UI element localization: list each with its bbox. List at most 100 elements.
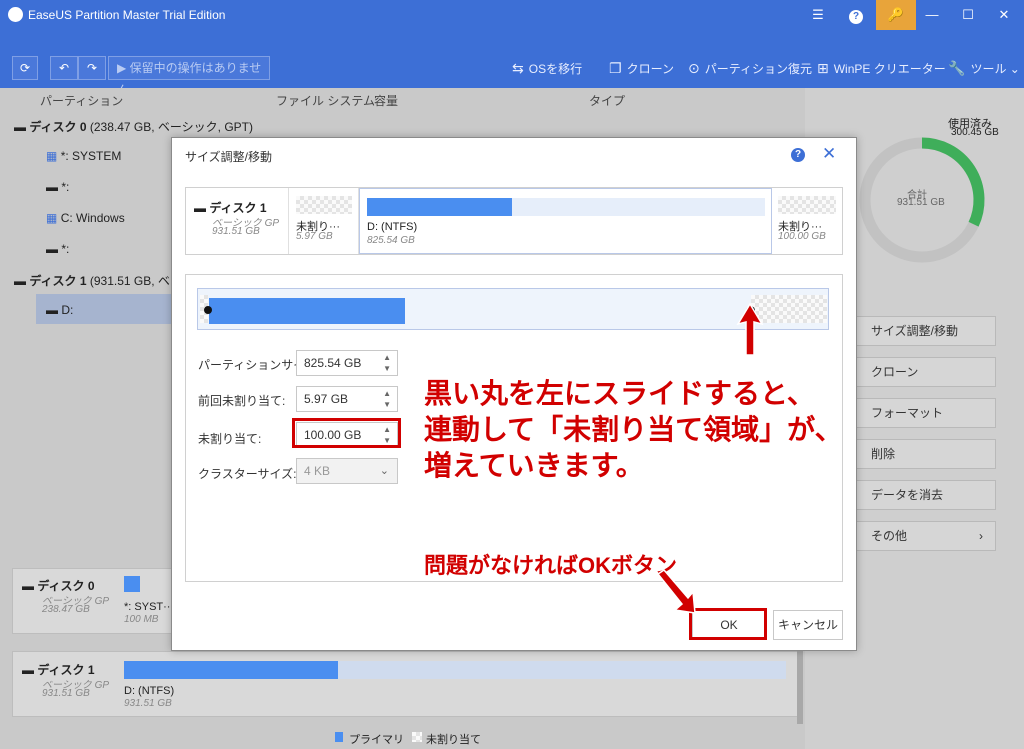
- tree-partition-system[interactable]: ▦ *: SYSTEM: [46, 149, 121, 163]
- highlight-ok-button: [689, 608, 767, 640]
- toolbar: ⟳ ↶ ↷ ▶ 保留中の操作はありません: [0, 30, 1024, 97]
- cluster-size-select[interactable]: 4 KB ⌄: [296, 458, 398, 484]
- disk-icon: ▬: [14, 120, 26, 134]
- disk0-part-size: 100 MB: [124, 614, 159, 625]
- strip-unalloc-left[interactable]: 未割り··· 5.97 GB: [289, 188, 359, 254]
- windows-drive-icon: ▦: [46, 211, 58, 225]
- legend-primary: プライマリ: [349, 734, 404, 746]
- before-unalloc-label: 前回未割り当て:: [198, 394, 286, 408]
- tree-partition-c[interactable]: ▦ C: Windows: [46, 211, 125, 225]
- disk-overview-strip: ▬ ディスク 1 ベーシック GP 931.51 GB 未割り··· 5.97 …: [185, 187, 843, 255]
- disk1-bar-used: [124, 661, 338, 679]
- arrow-down-right-icon: [656, 569, 696, 614]
- recovery-icon: ⊙: [688, 60, 700, 76]
- tree-disk1[interactable]: ▬ ディスク 1 (931.51 GB, ベ: [14, 272, 170, 289]
- wrench-icon: 🔧: [948, 60, 966, 76]
- annotation-line-3: 増えていきます。: [424, 450, 644, 481]
- highlight-unalloc-field: [292, 418, 401, 448]
- tree-disk0[interactable]: ▬ ディスク 0 (238.47 GB, ベーシック, GPT): [14, 118, 253, 135]
- drive-icon: ▬: [46, 242, 58, 256]
- arrow-up-icon: [736, 302, 764, 356]
- disk0-part-label: *: SYST···: [124, 601, 175, 613]
- clone-icon: ❐: [609, 60, 622, 76]
- tree-partition-d[interactable]: ▬ D:: [46, 303, 73, 317]
- disk-icon: ▬: [22, 579, 34, 593]
- spinner-icon[interactable]: ▲ ▼: [383, 352, 391, 374]
- disk0-system-bar[interactable]: [124, 576, 140, 592]
- action-wipe-data[interactable]: データを消去: [848, 480, 996, 510]
- key-icon[interactable]: 🔑: [876, 0, 916, 30]
- total-value: 931.51 GB: [897, 197, 945, 208]
- drive-icon: ▬: [46, 303, 58, 317]
- annotation-slide-text: 黒い丸を左にスライドすると、 連動して「未割り当て領域」が、 増えていきます。: [424, 376, 843, 484]
- strip-part-size: 825.54 GB: [367, 235, 415, 246]
- legend-primary-swatch: [335, 732, 343, 742]
- minimize-button[interactable]: —: [912, 0, 952, 30]
- disk1-part-size: 931.51 GB: [124, 698, 172, 709]
- chevron-down-icon: ⌄: [379, 465, 389, 477]
- app-logo-icon: [8, 7, 23, 22]
- column-capacity[interactable]: 容量: [374, 92, 398, 109]
- tree-partition-star2[interactable]: ▬ *:: [46, 242, 69, 256]
- partition-icon: ▦: [46, 149, 58, 163]
- tree-partition-star1[interactable]: ▬ *:: [46, 180, 69, 194]
- chevron-right-icon: ›: [979, 529, 983, 543]
- apply-pending-button[interactable]: ▶ 保留中の操作はありません: [108, 56, 270, 97]
- legend-unalloc: 未割り当て: [426, 734, 481, 746]
- slider-left-handle[interactable]: [204, 306, 212, 314]
- title-bar: EaseUS Partition Master Trial Edition ☰ …: [0, 0, 1024, 30]
- action-format[interactable]: フォーマット: [848, 398, 996, 428]
- menu-icon[interactable]: ☰: [798, 0, 838, 30]
- disk-icon: ▬: [194, 201, 206, 215]
- slider-used-fill: [209, 298, 405, 324]
- dialog-help-icon[interactable]: ?: [791, 148, 805, 162]
- disk1-map-size: 931.51 GB: [42, 688, 90, 699]
- strip-part-label: D: (NTFS): [367, 221, 418, 233]
- close-button[interactable]: ✕: [984, 0, 1024, 30]
- winpe-button[interactable]: ⊞ WinPE クリエーター: [817, 60, 946, 77]
- unalloc-pattern: [296, 196, 352, 214]
- dialog-close-icon[interactable]: ✕: [822, 144, 836, 164]
- strip-partition-d[interactable]: D: (NTFS) 825.54 GB: [359, 188, 772, 254]
- partition-size-field[interactable]: 825.54 GB ▲ ▼: [296, 350, 398, 376]
- tools-menu[interactable]: 🔧 ツール ⌄: [948, 60, 1020, 77]
- dialog-title: サイズ調整/移動: [185, 150, 272, 164]
- disk-icon: ▬: [22, 663, 34, 677]
- refresh-button[interactable]: ⟳: [12, 56, 38, 80]
- unalloc-label: 未割り当て:: [198, 432, 262, 446]
- maximize-button[interactable]: ☐: [948, 0, 988, 30]
- action-more[interactable]: その他 ›: [848, 521, 996, 551]
- disk1-part-label: D: (NTFS): [124, 685, 175, 697]
- annotation-ok-hint: 問題がなければOKボタン: [424, 553, 678, 578]
- disk-icon: ▬: [14, 274, 26, 288]
- action-resize-move[interactable]: サイズ調整/移動: [848, 316, 996, 346]
- strip-right-size: 100.00 GB: [778, 231, 826, 242]
- strip-unalloc-right[interactable]: 未割り··· 100.00 GB: [774, 188, 842, 254]
- cluster-size-label: クラスターサイズ:: [198, 467, 297, 481]
- cancel-button[interactable]: キャンセル: [773, 610, 843, 640]
- undo-button[interactable]: ↶: [50, 56, 78, 80]
- spinner-icon[interactable]: ▲ ▼: [383, 388, 391, 410]
- disk0-map-size: 238.47 GB: [42, 604, 90, 615]
- unalloc-pattern: [778, 196, 836, 214]
- before-unalloc-field[interactable]: 5.97 GB ▲ ▼: [296, 386, 398, 412]
- strip-disk-cell: ▬ ディスク 1 ベーシック GP 931.51 GB: [186, 188, 289, 254]
- column-type[interactable]: タイプ: [589, 92, 625, 109]
- os-migrate-button[interactable]: ⇆ OSを移行: [512, 60, 582, 77]
- annotation-line-2: 連動して「未割り当て領域」が、: [424, 414, 843, 445]
- partition-recovery-button[interactable]: ⊙ パーティション復元: [688, 60, 812, 77]
- strip-left-size: 5.97 GB: [296, 231, 333, 242]
- annotation-line-1: 黒い丸を左にスライドすると、: [424, 378, 815, 409]
- action-delete[interactable]: 削除: [848, 439, 996, 469]
- app-title: EaseUS Partition Master Trial Edition: [28, 8, 226, 22]
- help-icon[interactable]: ?: [836, 0, 876, 30]
- action-clone[interactable]: クローン: [848, 357, 996, 387]
- migrate-icon: ⇆: [512, 60, 524, 76]
- clone-toolbar-button[interactable]: ❐ クローン: [609, 60, 674, 77]
- redo-button[interactable]: ↷: [78, 56, 106, 80]
- column-partition[interactable]: パーティション: [40, 92, 123, 109]
- strip-disk-size: 931.51 GB: [212, 226, 260, 237]
- column-filesystem[interactable]: ファイル システム: [276, 92, 375, 109]
- strip-part-bar-used: [367, 198, 512, 216]
- drive-icon: ▬: [46, 180, 58, 194]
